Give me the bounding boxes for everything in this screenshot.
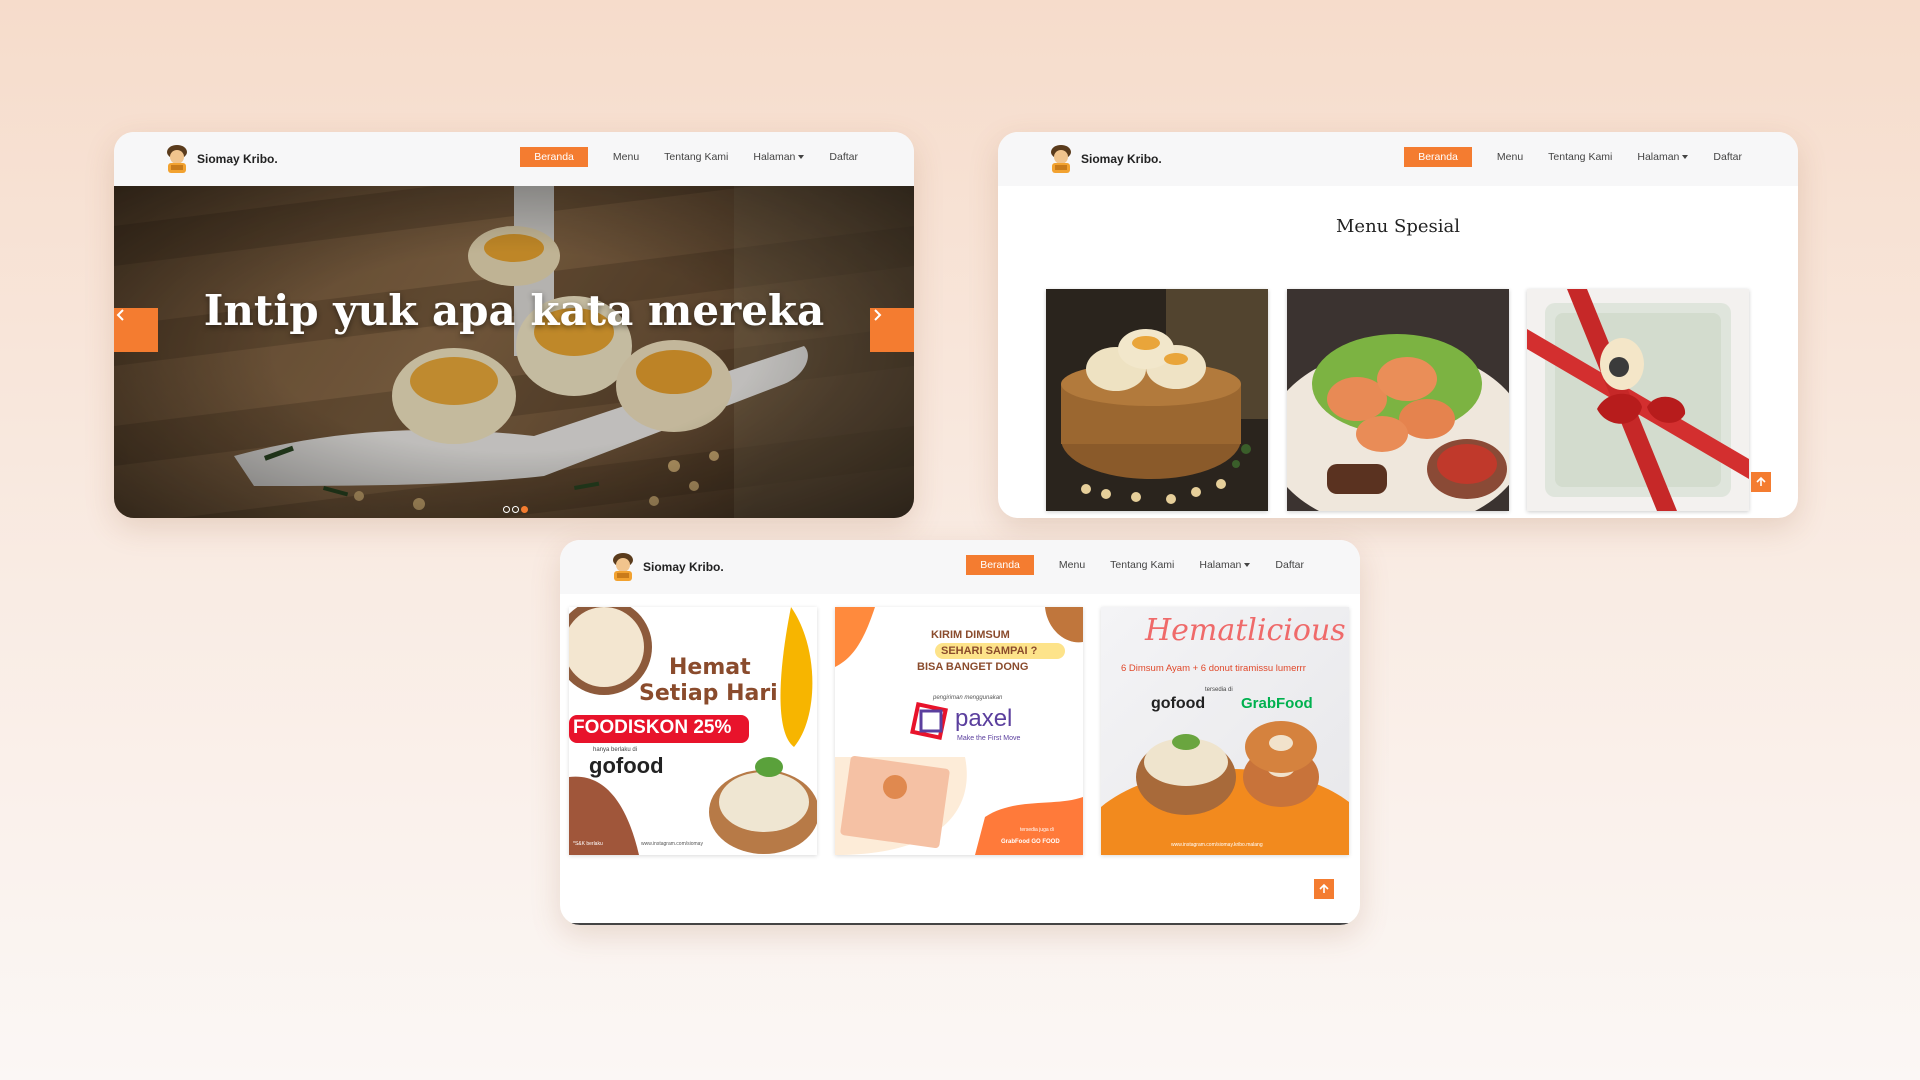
menu-card-2[interactable] [1287,289,1509,511]
menu-card-1[interactable] [1046,289,1268,511]
nav-item-halaman[interactable]: Halaman [1199,555,1251,575]
nav-item-beranda[interactable]: Beranda [520,147,588,167]
brand-name: Siomay Kribo. [643,560,724,574]
brand-name: Siomay Kribo. [1081,152,1162,166]
nav-item-beranda[interactable]: Beranda [966,555,1034,575]
chevron-left-icon [116,309,124,321]
nav-item-halaman-label: Halaman [1637,151,1680,163]
arrow-up-icon [1319,883,1329,893]
brand[interactable]: Siomay Kribo. [1048,144,1162,174]
promo-2-line3: BISA BANGET DONG [917,661,1029,673]
promo-1-tnc: *S&K berlaku [573,841,603,847]
nav-item-menu[interactable]: Menu [1059,555,1085,575]
window-menu-spesial: Siomay Kribo. Beranda Menu Tentang Kami … [998,132,1798,518]
nav-item-halaman-label: Halaman [753,151,796,163]
fried-siomay-photo [1287,289,1509,511]
carousel-dot-2[interactable] [512,506,519,513]
promo-1-url: www.instagram.com/siomay [641,841,703,847]
scroll-top-button[interactable] [1751,472,1771,492]
nav-item-tentang-kami[interactable]: Tentang Kami [1548,147,1612,167]
promo-2-line1: KIRIM DIMSUM [931,629,1010,641]
scroll-top-button[interactable] [1314,879,1334,899]
nav-item-halaman[interactable]: Halaman [753,147,805,167]
carousel-dot-3[interactable] [521,506,528,513]
nav-item-daftar[interactable]: Daftar [1713,147,1742,167]
promo-3-title: Hematlicious [1145,613,1346,648]
navbar: Siomay Kribo. Beranda Menu Tentang Kami … [560,540,1360,594]
grabfood-logo: GrabFood [1241,695,1313,712]
window-promo: Siomay Kribo. Beranda Menu Tentang Kami … [560,540,1360,925]
gofood-logo: gofood [1151,695,1206,712]
promo-2-caption: pengiriman menggunakan [933,695,1003,701]
nav-item-halaman[interactable]: Halaman [1637,147,1689,167]
brand[interactable]: Siomay Kribo. [610,552,724,582]
nav-item-menu[interactable]: Menu [613,147,639,167]
hero-carousel: Intip yuk apa kata mereka [114,186,914,518]
promo-2-brands: GrabFood GO FOOD [1001,839,1060,845]
gofood-logo: gofood [589,753,664,778]
hero-title: Intip yuk apa kata mereka [203,286,825,335]
carousel-dot-1[interactable] [503,506,510,513]
footer-divider [570,923,1350,925]
nav-item-daftar[interactable]: Daftar [829,147,858,167]
window-hero: Siomay Kribo. Beranda Menu Tentang Kami … [114,132,914,518]
logo-icon [613,553,633,581]
carousel-next-button[interactable] [870,308,914,352]
promo-3-note: tersedia di [1205,687,1233,693]
nav-item-beranda[interactable]: Beranda [1404,147,1472,167]
section-title: Menu Spesial [1336,216,1460,237]
promo-1-badge: FOODISKON 25% [573,717,732,738]
nav-item-menu[interactable]: Menu [1497,147,1523,167]
nav-item-tentang-kami[interactable]: Tentang Kami [1110,555,1174,575]
promo-card-hematlicious[interactable]: Hematlicious 6 Dimsum Ayam + 6 donut tir… [1101,607,1349,855]
promo-card-foodiskon[interactable]: Hemat Setiap Hari FOODISKON 25% hanya be… [569,607,817,855]
promo-2-tagline: Make the First Move [957,735,1021,742]
nav-menu: Beranda Menu Tentang Kami Halaman Daftar [1404,147,1742,167]
gift-box-photo [1527,289,1749,511]
carousel-prev-button[interactable] [114,308,158,352]
nav-menu: Beranda Menu Tentang Kami Halaman Daftar [520,147,858,167]
nav-item-daftar[interactable]: Daftar [1275,555,1304,575]
nav-item-halaman-label: Halaman [1199,559,1242,571]
arrow-up-icon [1756,476,1766,486]
caret-down-icon [798,155,805,160]
caret-down-icon [1682,155,1689,160]
navbar: Siomay Kribo. Beranda Menu Tentang Kami … [998,132,1798,186]
promo-1-title-line2: Setiap Hari [639,681,778,706]
promo-card-paxel[interactable]: KIRIM DIMSUM SEHARI SAMPAI ? BISA BANGET… [835,607,1083,855]
brand-name: Siomay Kribo. [197,152,278,166]
brand[interactable]: Siomay Kribo. [164,144,278,174]
promo-2-note: tersedia juga di [1020,827,1054,833]
menu-card-3[interactable] [1527,289,1749,511]
hero-background-photo [114,186,914,518]
chevron-right-icon [874,309,882,321]
siomay-bamboo-steamer-photo [1046,289,1268,511]
promo-1-title-line1: Hemat [669,655,751,680]
carousel-indicators [502,506,529,513]
nav-menu: Beranda Menu Tentang Kami Halaman Daftar [966,555,1304,575]
navbar: Siomay Kribo. Beranda Menu Tentang Kami … [114,132,914,186]
logo-icon [1051,145,1071,173]
logo-icon [167,145,187,173]
promo-2-line2: SEHARI SAMPAI ? [941,645,1038,657]
promo-3-subtitle: 6 Dimsum Ayam + 6 donut tiramissu lumerr… [1121,663,1306,674]
nav-item-tentang-kami[interactable]: Tentang Kami [664,147,728,167]
promo-3-url: www.instagram.com/siomay.kribo.malang [1171,842,1263,848]
paxel-logo: paxel [955,705,1013,732]
caret-down-icon [1244,563,1251,568]
